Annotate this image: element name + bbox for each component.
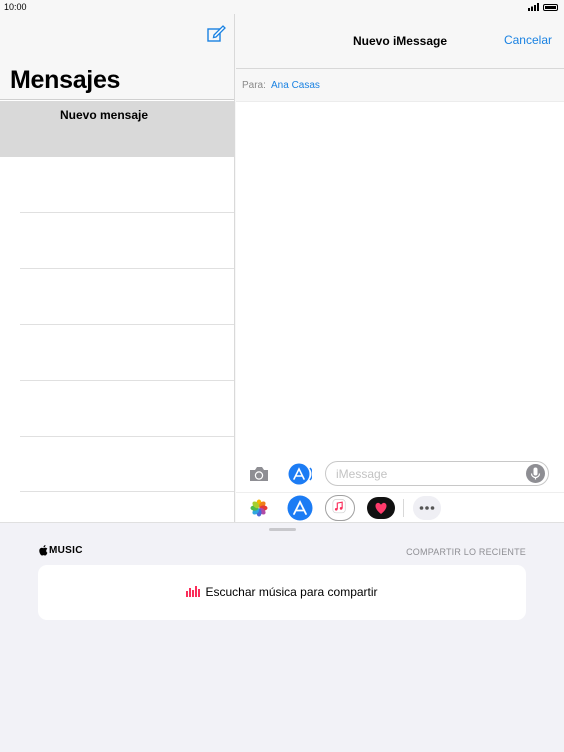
status-time: 10:00 (4, 2, 27, 12)
message-input-bar (236, 459, 564, 489)
list-separator (20, 436, 234, 437)
message-input[interactable] (325, 461, 549, 486)
app-store-icon[interactable] (288, 463, 312, 485)
listen-to-share-label: Escuchar música para compartir (205, 585, 378, 599)
digital-touch-icon[interactable] (367, 495, 395, 521)
camera-icon[interactable] (248, 464, 270, 484)
recipient-name[interactable]: Ana Casas (271, 80, 320, 91)
music-icon[interactable] (325, 495, 355, 521)
more-icon[interactable] (413, 496, 441, 520)
new-message-item[interactable]: Nuevo mensaje (0, 101, 234, 157)
microphone-icon[interactable] (526, 464, 545, 483)
cancel-button[interactable]: Cancelar (504, 33, 552, 47)
photos-icon[interactable] (246, 495, 272, 521)
drawer-grabber[interactable] (269, 528, 296, 531)
app-store-icon[interactable] (286, 495, 314, 521)
cellular-signal-icon (528, 3, 539, 11)
new-message-pane: Nuevo iMessage Cancelar Para: Ana Casas (236, 14, 564, 522)
equalizer-icon (186, 586, 201, 597)
apple-music-brand: MUSIC (38, 545, 83, 556)
compose-icon[interactable] (206, 24, 226, 44)
list-separator (20, 324, 234, 325)
music-app-panel: MUSIC COMPARTIR LO RECIENTE Escuchar mús… (0, 522, 564, 752)
list-separator (20, 491, 234, 492)
apple-logo-icon (39, 545, 48, 556)
battery-icon (543, 4, 558, 11)
list-separator (20, 268, 234, 269)
music-brand-label: MUSIC (49, 545, 83, 556)
to-label: Para: (242, 80, 266, 91)
list-separator (20, 380, 234, 381)
listen-to-share-content: Escuchar música para compartir (38, 585, 526, 599)
listen-to-share-card[interactable]: Escuchar música para compartir (38, 565, 526, 620)
app-drawer-divider (403, 499, 404, 517)
new-message-header: Nuevo iMessage Cancelar (236, 14, 564, 69)
page-title: Mensajes (10, 66, 121, 94)
status-bar: 10:00 (0, 0, 564, 14)
share-recent-button[interactable]: COMPARTIR LO RECIENTE (406, 547, 526, 557)
imessage-app-drawer (236, 492, 564, 522)
list-separator (20, 212, 234, 213)
message-text-field[interactable] (336, 467, 506, 481)
new-message-label: Nuevo mensaje (60, 108, 149, 122)
conversation-list-header: Mensajes (0, 14, 234, 100)
conversation-list-pane: Mensajes Nuevo mensaje (0, 14, 235, 522)
recipient-field[interactable]: Para: Ana Casas (236, 69, 564, 102)
